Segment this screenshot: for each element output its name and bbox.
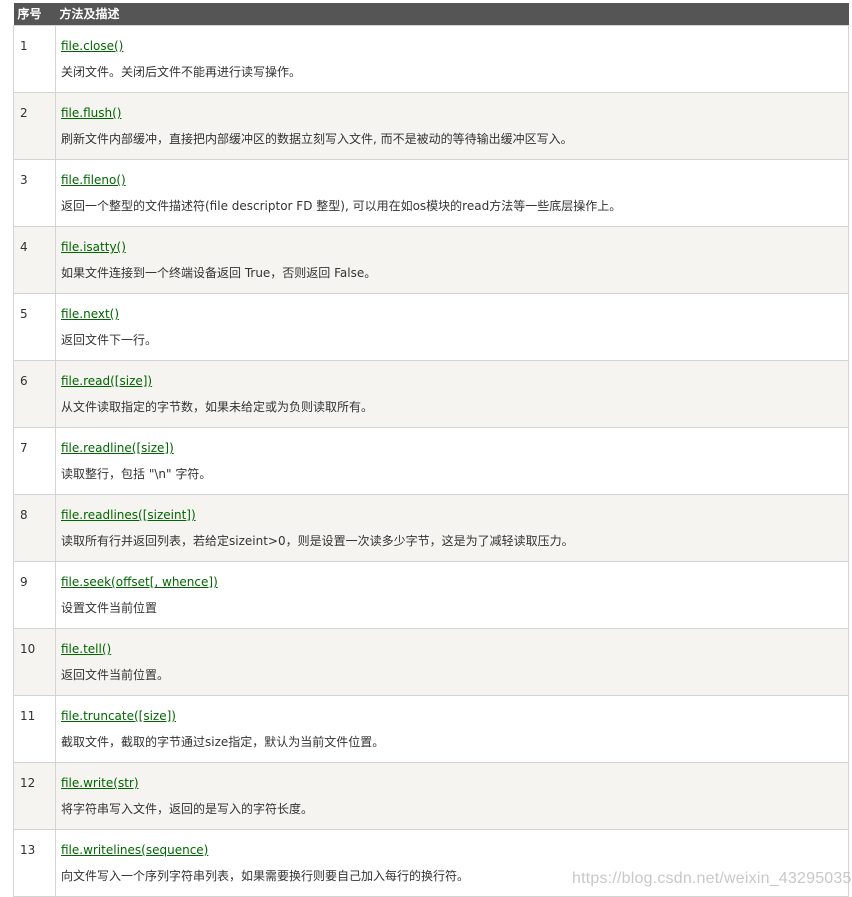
method-cell: file.next() 返回文件下一行。 bbox=[55, 293, 849, 361]
method-description: 读取整行，包括 "\n" 字符。 bbox=[61, 467, 212, 481]
watermark-text: https://blog.csdn.net/weixin_43295035 bbox=[572, 870, 852, 887]
method-description: 关闭文件。关闭后文件不能再进行读写操作。 bbox=[61, 65, 302, 79]
table-row: 12 file.write(str) 将字符串写入文件，返回的是写入的字符长度。 bbox=[13, 762, 849, 830]
table-row: 9 file.seek(offset[, whence]) 设置文件当前位置 bbox=[13, 561, 849, 629]
method-cell: file.readline([size]) 读取整行，包括 "\n" 字符。 bbox=[55, 427, 849, 495]
table-row: 6 file.read([size]) 从文件读取指定的字节数，如果未给定或为负… bbox=[13, 360, 849, 428]
row-number: 4 bbox=[13, 226, 56, 294]
method-link[interactable]: file.seek(offset[, whence]) bbox=[61, 575, 218, 589]
method-link[interactable]: file.close() bbox=[61, 39, 123, 53]
method-cell: file.fileno() 返回一个整型的文件描述符(file descript… bbox=[55, 159, 849, 227]
method-description: 返回一个整型的文件描述符(file descriptor FD 整型), 可以用… bbox=[61, 199, 622, 213]
column-header-number: 序号 bbox=[13, 3, 56, 26]
method-link[interactable]: file.tell() bbox=[61, 642, 111, 656]
row-number: 9 bbox=[13, 561, 56, 629]
method-link[interactable]: file.readline([size]) bbox=[61, 441, 174, 455]
method-cell: file.isatty() 如果文件连接到一个终端设备返回 True，否则返回 … bbox=[55, 226, 849, 294]
method-description: 将字符串写入文件，返回的是写入的字符长度。 bbox=[61, 802, 314, 816]
method-link[interactable]: file.write(str) bbox=[61, 776, 139, 790]
row-number: 10 bbox=[13, 628, 56, 696]
table-row: 7 file.readline([size]) 读取整行，包括 "\n" 字符。 bbox=[13, 427, 849, 495]
method-cell: file.write(str) 将字符串写入文件，返回的是写入的字符长度。 bbox=[55, 762, 849, 830]
method-link[interactable]: file.flush() bbox=[61, 106, 121, 120]
table-header-row: 序号 方法及描述 bbox=[13, 3, 849, 26]
method-cell: file.read([size]) 从文件读取指定的字节数，如果未给定或为负则读… bbox=[55, 360, 849, 428]
row-number: 2 bbox=[13, 92, 56, 160]
method-cell: file.flush() 刷新文件内部缓冲，直接把内部缓冲区的数据立刻写入文件,… bbox=[55, 92, 849, 160]
method-cell: file.close() 关闭文件。关闭后文件不能再进行读写操作。 bbox=[55, 25, 849, 93]
table-row: 11 file.truncate([size]) 截取文件，截取的字节通过siz… bbox=[13, 695, 849, 763]
row-number: 8 bbox=[13, 494, 56, 562]
table-row: 10 file.tell() 返回文件当前位置。 bbox=[13, 628, 849, 696]
method-link[interactable]: file.isatty() bbox=[61, 240, 126, 254]
method-description: 截取文件，截取的字节通过size指定，默认为当前文件位置。 bbox=[61, 735, 385, 749]
method-cell: file.seek(offset[, whence]) 设置文件当前位置 bbox=[55, 561, 849, 629]
method-cell: file.truncate([size]) 截取文件，截取的字节通过size指定… bbox=[55, 695, 849, 763]
row-number: 7 bbox=[13, 427, 56, 495]
method-cell: file.tell() 返回文件当前位置。 bbox=[55, 628, 849, 696]
table-row: 1 file.close() 关闭文件。关闭后文件不能再进行读写操作。 bbox=[13, 25, 849, 93]
table-row: 3 file.fileno() 返回一个整型的文件描述符(file descri… bbox=[13, 159, 849, 227]
table-row: 5 file.next() 返回文件下一行。 bbox=[13, 293, 849, 361]
method-link[interactable]: file.truncate([size]) bbox=[61, 709, 176, 723]
method-description: 刷新文件内部缓冲，直接把内部缓冲区的数据立刻写入文件, 而不是被动的等待输出缓冲… bbox=[61, 132, 573, 146]
row-number: 6 bbox=[13, 360, 56, 428]
table-row: 2 file.flush() 刷新文件内部缓冲，直接把内部缓冲区的数据立刻写入文… bbox=[13, 92, 849, 160]
table-row: 4 file.isatty() 如果文件连接到一个终端设备返回 True，否则返… bbox=[13, 226, 849, 294]
method-link[interactable]: file.next() bbox=[61, 307, 119, 321]
column-header-method: 方法及描述 bbox=[55, 3, 849, 26]
row-number: 12 bbox=[13, 762, 56, 830]
row-number: 13 bbox=[13, 829, 56, 897]
methods-table: 序号 方法及描述 1 file.close() 关闭文件。关闭后文件不能再进行读… bbox=[13, 3, 849, 897]
row-number: 1 bbox=[13, 25, 56, 93]
method-description: 读取所有行并返回列表，若给定sizeint>0，则是设置一次读多少字节，这是为了… bbox=[61, 534, 574, 548]
method-description: 设置文件当前位置 bbox=[61, 601, 158, 615]
method-link[interactable]: file.fileno() bbox=[61, 173, 126, 187]
table-row: 8 file.readlines([sizeint]) 读取所有行并返回列表，若… bbox=[13, 494, 849, 562]
method-description: 从文件读取指定的字节数，如果未给定或为负则读取所有。 bbox=[61, 400, 374, 414]
row-number: 11 bbox=[13, 695, 56, 763]
method-link[interactable]: file.writelines(sequence) bbox=[61, 843, 208, 857]
method-link[interactable]: file.read([size]) bbox=[61, 374, 152, 388]
row-number: 3 bbox=[13, 159, 56, 227]
method-description: 返回文件下一行。 bbox=[61, 333, 158, 347]
method-description: 如果文件连接到一个终端设备返回 True，否则返回 False。 bbox=[61, 266, 377, 280]
method-cell: file.readlines([sizeint]) 读取所有行并返回列表，若给定… bbox=[55, 494, 849, 562]
method-link[interactable]: file.readlines([sizeint]) bbox=[61, 508, 196, 522]
method-description: 返回文件当前位置。 bbox=[61, 668, 170, 682]
row-number: 5 bbox=[13, 293, 56, 361]
